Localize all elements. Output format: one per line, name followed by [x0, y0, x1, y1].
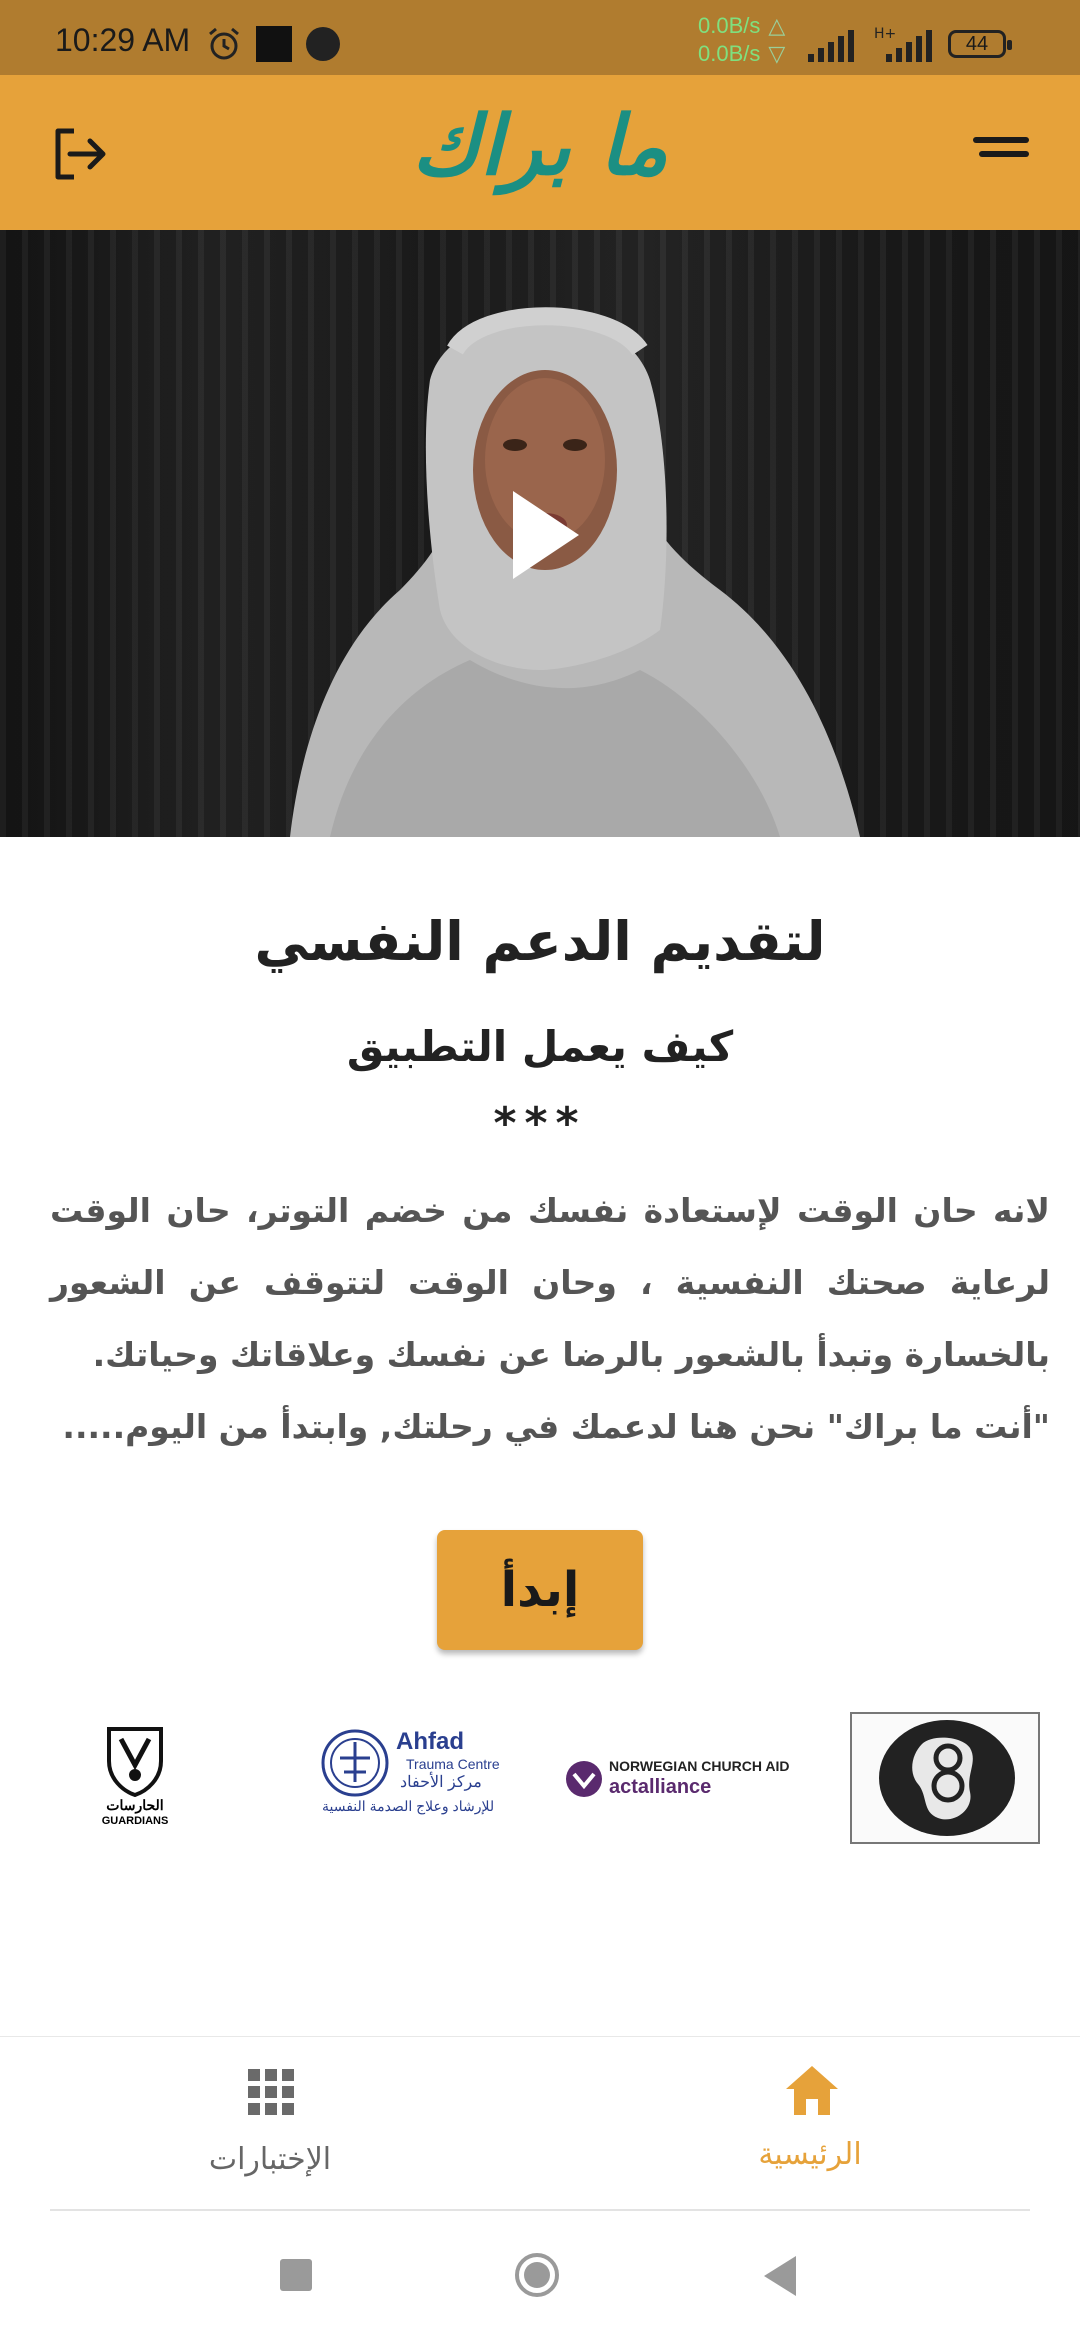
page-heading: لتقديم الدعم النفسي — [254, 910, 826, 973]
partner-emblem-logo — [850, 1712, 1040, 1844]
nca-emblem-icon — [566, 1761, 602, 1797]
page-subheading: كيف يعمل التطبيق — [346, 1022, 734, 1071]
status-time: 10:29 AM — [55, 22, 191, 58]
intro-quote: "أنت ما براك" نحن هنا لدعمك في رحلتك, وا… — [62, 1407, 1050, 1446]
recents-icon[interactable] — [280, 2259, 312, 2291]
guardians-english: GUARDIANS — [101, 1815, 169, 1827]
status-bar: 10:29 AM 0.0B/s △ 0.0B/s ▽ H+ 44 — [0, 0, 1080, 75]
net-up-speed: 0.0B/s — [698, 13, 761, 38]
start-button[interactable]: إبدأ — [437, 1530, 643, 1650]
guardians-logo: الحارسات GUARDIANS — [95, 1725, 175, 1833]
grid-icon — [248, 2069, 294, 2115]
play-icon[interactable] — [505, 485, 585, 585]
stars-divider: *** — [493, 1098, 587, 1149]
ahfad-arabic-subtitle: للإرشاد وعلاج الصدمة النفسية — [322, 1798, 495, 1814]
intro-paragraph: لانه حان الوقت لإستعادة نفسك من خضم التو… — [50, 1191, 1050, 1374]
nav-tests-label: الإختبارات — [208, 2142, 332, 2177]
battery-icon: 44 — [948, 30, 1012, 58]
network-speed: 0.0B/s △ 0.0B/s ▽ — [698, 13, 786, 66]
home-icon — [786, 2066, 838, 2115]
ahfad-logo: Ahfad Trauma Centre مركز الأحفاد للإرشاد… — [320, 1728, 500, 1824]
signal-icon-2 — [886, 28, 932, 62]
guardians-emblem-icon — [107, 1727, 163, 1798]
video-player[interactable] — [0, 230, 1080, 837]
signal-icon — [808, 28, 854, 62]
app-title: ما براك — [412, 99, 668, 194]
nca-alliance: actalliance — [609, 1776, 712, 1798]
menu-icon[interactable] — [973, 137, 1031, 167]
app-header: ما براك — [0, 75, 1080, 230]
ahfad-arabic-name: مركز الأحفاد — [400, 1774, 482, 1791]
ahfad-seal-icon — [321, 1729, 389, 1797]
nav-tests[interactable]: الإختبارات — [120, 2037, 420, 2211]
ahfad-name: Ahfad — [396, 1728, 464, 1755]
alarm-icon — [209, 27, 239, 60]
nca-logo: NORWEGIAN CHURCH AID actalliance — [565, 1752, 789, 1802]
ahfad-subtitle: Trauma Centre — [406, 1756, 500, 1772]
nav-divider — [50, 2209, 1030, 2211]
notification-square-icon — [256, 26, 292, 62]
status-notification-icons — [206, 24, 340, 64]
home-circle-icon[interactable] — [514, 2252, 560, 2298]
nca-name: NORWEGIAN CHURCH AID — [609, 1758, 790, 1774]
guardians-arabic: الحارسات — [106, 1797, 164, 1813]
system-nav-bar — [0, 2212, 1080, 2340]
back-icon[interactable] — [762, 2254, 798, 2298]
intro-text: لانه حان الوقت لإستعادة نفسك من خضم التو… — [50, 1175, 1050, 1463]
bottom-nav: الإختبارات الرئيسية — [0, 2036, 1080, 2211]
notification-dot-icon — [306, 27, 340, 61]
nav-home-label: الرئيسية — [758, 2137, 862, 2172]
net-down-speed: 0.0B/s — [698, 41, 761, 66]
map-emblem-icon — [879, 1720, 1015, 1836]
nav-home[interactable]: الرئيسية — [660, 2037, 960, 2211]
